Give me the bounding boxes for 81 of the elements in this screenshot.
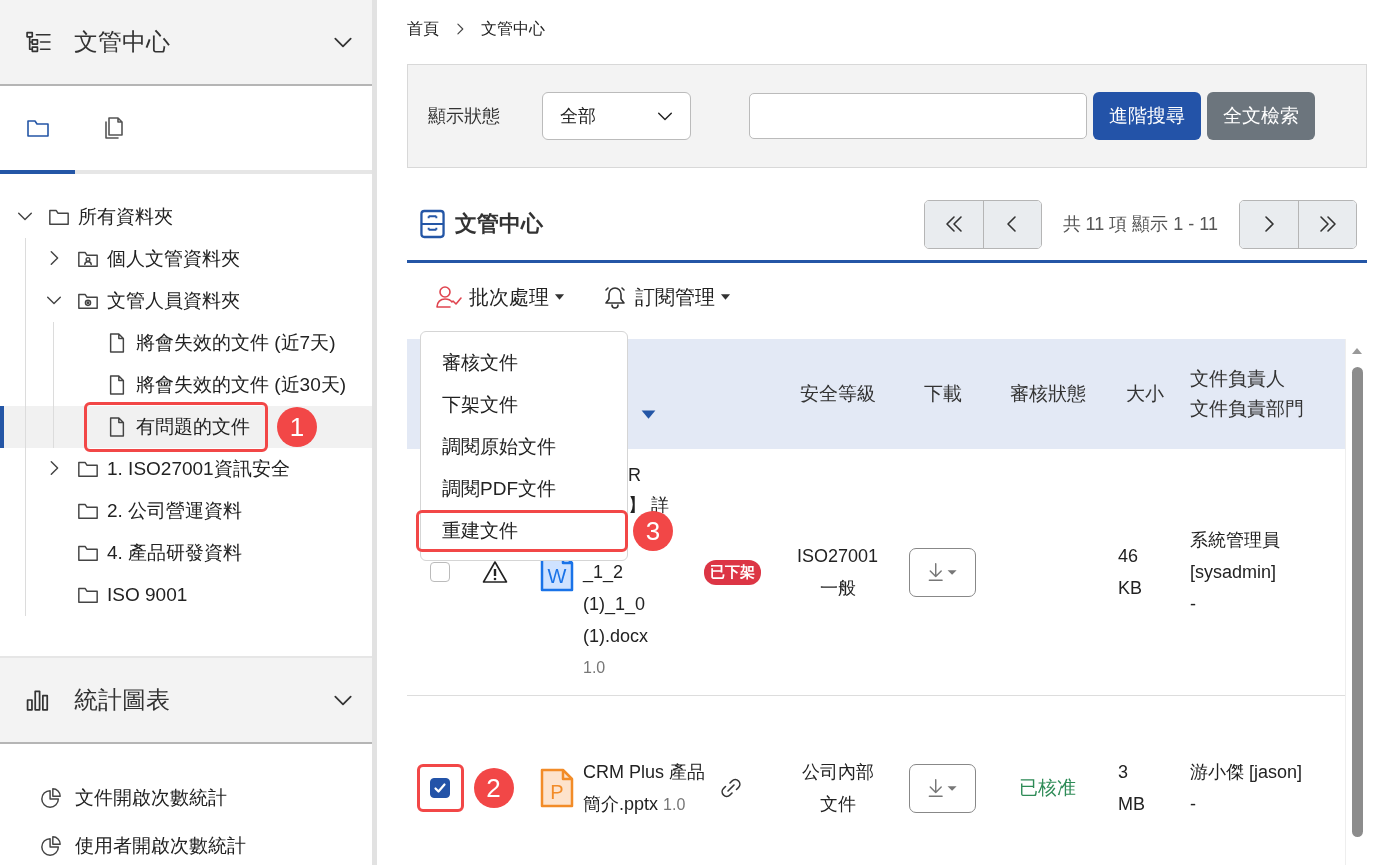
panel-title: 統計圖表 xyxy=(74,685,170,715)
selection-indicator xyxy=(0,406,4,448)
breadcrumb-link[interactable]: 文管中心 xyxy=(481,18,545,40)
folder-icon xyxy=(77,501,99,521)
download-icon xyxy=(926,778,959,798)
person-check-icon xyxy=(435,285,463,309)
download-icon xyxy=(926,562,959,582)
column-header[interactable]: 下載 xyxy=(923,378,962,410)
search-button[interactable]: 全文檢索 xyxy=(1207,92,1315,140)
file-name[interactable]: CRM Plus 產品 xyxy=(583,755,705,788)
tree-item[interactable]: 2. 公司營運資料 xyxy=(0,490,372,532)
tree-item[interactable]: ISO 9001 xyxy=(0,574,372,616)
file-size: 3 MB xyxy=(1118,761,1145,816)
row-checkbox[interactable] xyxy=(429,562,450,582)
column-header[interactable]: 大小 xyxy=(1126,378,1164,410)
last-page-button[interactable] xyxy=(1298,200,1356,248)
folder-icon xyxy=(77,459,99,479)
file-size: 46 KB xyxy=(1118,545,1142,600)
step-badge: 1 xyxy=(277,407,317,447)
tree-item[interactable]: 將會失效的文件 (近7天) xyxy=(0,322,372,364)
checkmark-icon xyxy=(431,780,448,796)
double-chevron-left-icon xyxy=(943,214,964,234)
panel-header[interactable]: 統計圖表 xyxy=(0,656,372,744)
dropdown-button[interactable]: 批次處理 xyxy=(435,283,565,311)
folder-icon xyxy=(77,585,99,605)
panel-header[interactable]: 文管中心 xyxy=(0,0,372,86)
download-button[interactable] xyxy=(909,763,976,813)
caret-icon xyxy=(554,293,565,301)
review-status: 已核准 xyxy=(1019,776,1076,800)
report-link[interactable]: 文件開啟次數統計 xyxy=(0,774,372,822)
scrollbar-thumb[interactable] xyxy=(1351,367,1363,837)
status-badge: 已下架 xyxy=(704,559,761,585)
file-name[interactable]: (1)_1_0 xyxy=(583,588,669,620)
page-summary: 共 11 項 顯示 1 - 11 xyxy=(1062,213,1218,236)
version-number: 1.0 xyxy=(663,795,686,813)
column-header[interactable]: 文件負責人 文件負責部門 xyxy=(1190,363,1304,425)
version-number: 1.0 xyxy=(583,658,607,678)
first-page-button[interactable] xyxy=(924,200,983,248)
cabinet-icon xyxy=(420,209,445,239)
gear-folder-icon xyxy=(77,291,99,311)
status-dropdown[interactable]: 全部 xyxy=(542,92,691,140)
folder-icon xyxy=(48,207,70,227)
tree-item[interactable]: 1. ISO27001資訊安全 xyxy=(0,448,372,490)
menu-item[interactable]: 下架文件 xyxy=(421,384,627,426)
search-button[interactable]: 進階搜尋 xyxy=(1093,92,1201,140)
highlight-frame xyxy=(416,764,464,812)
field-label: 顯示狀態 xyxy=(428,105,500,128)
dropdown-button[interactable]: 訂閱管理 xyxy=(601,283,731,311)
document-file-icon: P xyxy=(540,768,574,808)
pie-chart-icon xyxy=(40,787,62,809)
report-link[interactable]: 使用者開啟次數統計 xyxy=(0,822,372,865)
search-field[interactable] xyxy=(749,93,1087,139)
tree-item[interactable]: 文管人員資料夾 xyxy=(0,280,372,322)
document-owner: 系統管理員 [sysadmin] - xyxy=(1190,529,1280,616)
security-level: ISO27001 一般 xyxy=(796,545,879,600)
tree-item[interactable]: 個人文管資料夾 xyxy=(0,238,372,280)
menu-item[interactable]: 調閱PDF文件 xyxy=(421,468,627,510)
security-level: 公司內部 文件 xyxy=(801,761,874,816)
column-header[interactable]: 審核狀態 xyxy=(1009,378,1086,410)
scroll-up-icon xyxy=(1351,347,1363,355)
caret-icon xyxy=(720,293,731,301)
file-name[interactable]: 簡介.pptx 1.0 xyxy=(583,787,705,821)
panel-title: 文管中心 xyxy=(74,27,170,57)
tree-structure-icon xyxy=(25,30,52,54)
step-badge: 2 xyxy=(473,768,514,808)
menu-item[interactable]: 審核文件 xyxy=(421,342,627,384)
tree-item[interactable]: 將會失效的文件 (近30天) xyxy=(0,364,372,406)
double-chevron-right-icon xyxy=(1317,214,1338,234)
download-button[interactable] xyxy=(909,547,976,597)
pie-chart-icon xyxy=(40,835,62,857)
folder-icon xyxy=(77,543,99,563)
column-header[interactable]: 安全等級 xyxy=(799,378,876,410)
section-title: 文管中心 xyxy=(455,210,543,238)
row-checkbox[interactable] xyxy=(429,778,450,798)
file-name[interactable]: (1).docx xyxy=(583,620,669,652)
breadcrumb-link[interactable]: 首頁 xyxy=(407,18,439,40)
document-owner: 游小傑 [jason] - xyxy=(1190,761,1303,816)
tree-item[interactable]: 4. 產品研發資料 xyxy=(0,532,372,574)
person-folder-icon xyxy=(77,249,99,269)
tree-item[interactable]: 所有資料夾 xyxy=(0,196,372,238)
menu-item[interactable]: 調閱原始文件 xyxy=(421,426,627,468)
